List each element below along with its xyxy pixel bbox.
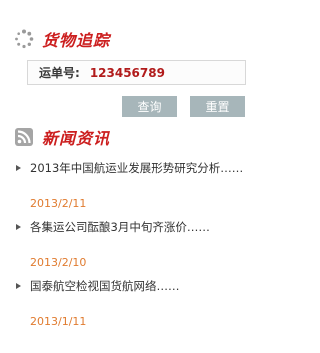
news-item[interactable]: 国泰航空检视国货航网络…… 2013/1/11: [16, 278, 266, 328]
rss-icon: [15, 128, 33, 146]
news-item-title[interactable]: 2013年中国航运业发展形势研究分析……: [30, 160, 243, 176]
arrow-right-icon: [16, 283, 21, 289]
query-button[interactable]: 查询: [122, 96, 177, 117]
tracking-number-input[interactable]: [89, 65, 210, 80]
tracking-number-label: 运单号:: [39, 66, 80, 80]
reset-button[interactable]: 重置: [190, 96, 245, 117]
tracking-header: 货物追踪: [14, 27, 110, 51]
news-item[interactable]: 各集运公司酝酿3月中旬齐涨价…… 2013/2/10: [16, 219, 266, 269]
tracking-title: 货物追踪: [42, 31, 111, 50]
news-item-date: 2013/2/10: [30, 256, 87, 269]
arrow-right-icon: [16, 224, 21, 230]
news-title: 新闻资讯: [42, 129, 111, 148]
news-header: 新闻资讯: [14, 125, 110, 149]
news-item[interactable]: 2013年中国航运业发展形势研究分析…… 2013/2/11: [16, 160, 266, 210]
news-item-date: 2013/2/11: [30, 197, 87, 210]
news-item-title[interactable]: 各集运公司酝酿3月中旬齐涨价……: [30, 219, 210, 235]
news-item-title[interactable]: 国泰航空检视国货航网络……: [30, 278, 180, 294]
tracking-number-field[interactable]: 运单号:: [27, 60, 246, 85]
spinner-icon: [15, 29, 34, 49]
arrow-right-icon: [16, 165, 21, 171]
news-item-date: 2013/1/11: [30, 315, 87, 328]
